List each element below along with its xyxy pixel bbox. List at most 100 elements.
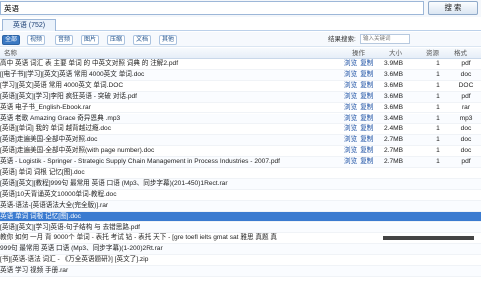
table-row[interactable]: 英语 电子书_English-Ebook.rar 浏览 复制 3.6MB 1 rar [0,103,481,114]
copy-link[interactable]: 复制 [360,147,373,154]
row-name[interactable]: [英语][英文][学习]李阳 疯狂英语 - 突破 对话.pdf [0,92,340,102]
table-row[interactable]: [英语]10天背诵英文10000单词-教程.doc [0,190,481,201]
search-bar: 搜 索 [0,0,481,17]
table-row[interactable]: 英语-语法-[英语语法大全(完全版)].rar [0,200,481,212]
browse-link[interactable]: 浏览 [344,82,357,89]
copy-link[interactable]: 复制 [360,82,373,89]
row-ops: 浏览 复制 [344,124,380,134]
row-size: 3.4MB [384,114,404,122]
browse-link[interactable]: 浏览 [344,136,357,143]
table-row[interactable]: [英语]走遍美国-全部中英对照.doc 浏览 复制 2.7MB 1 doc [0,135,481,147]
browse-link[interactable]: 浏览 [344,93,357,100]
row-format: rar [461,103,471,111]
browse-link[interactable]: 浏览 [344,104,357,111]
table-row[interactable]: [英语] 单词 词根 记忆[图].doc [0,168,481,179]
table-row[interactable]: 教你 如何 一月 背 9000个 单词 - 表托 考试 钻 - 表托 天下 - … [0,233,481,245]
browse-link[interactable]: 浏览 [344,147,357,154]
filter-document-button[interactable]: 文档 [133,35,151,45]
row-name[interactable]: [英语]走遍美国-全部中英对照.doc [0,135,340,145]
row-name[interactable]: [书][英语-语法 词汇 - 《万全英语题研》] [英文了].zip [0,255,478,265]
row-name[interactable]: 英语 - Logistik - Springer - Strategic Sup… [0,157,340,167]
row-ops: 浏览 复制 [344,114,380,124]
row-size: 3.6MB [384,92,404,100]
row-resources: 1 [436,92,440,100]
filter-archive-button[interactable]: 压缩 [107,35,125,45]
row-name[interactable]: [英语]10天背诵英文10000单词-教程.doc [0,190,478,200]
row-size: 2.7MB [384,158,404,166]
column-format-header[interactable]: 格式 [454,49,467,58]
tab-english[interactable]: 英语 (752) [2,19,56,31]
tab-strip: 英语 (752) [0,17,481,31]
copy-link[interactable]: 复制 [360,60,373,67]
row-resources: 1 [436,158,440,166]
column-size-header[interactable]: 大小 [389,49,402,58]
table-row[interactable]: [学习][英文]英语 常用 4000英文 单词.DOC 浏览 复制 3.6MB 1 DOC [0,81,481,92]
browse-link[interactable]: 浏览 [344,60,357,67]
result-filter-input[interactable] [360,34,410,44]
row-resources: 1 [436,81,440,89]
copy-link[interactable]: 复制 [360,125,373,132]
table-row[interactable]: [英语][英文][学习]英语-句子结构 与 去错思路.pdf [0,222,481,234]
table-row[interactable]: 高中 英语 词汇 表 主要 单词 的 中英文对照 词典 的 注解2.pdf 浏览复… [0,59,481,70]
row-name[interactable]: [英语][单词] 我的 单词 越背越过瘾.doc [0,124,340,134]
row-name[interactable]: 英语 电子书_English-Ebook.rar [0,103,340,113]
copy-link[interactable]: 复制 [360,158,373,165]
row-name[interactable]: [英语][英文][学习]英语-句子结构 与 去错思路.pdf [0,223,478,233]
filter-all-button[interactable]: 全部 [2,35,20,45]
search-button[interactable]: 搜 索 [428,1,478,15]
row-size: 3.6MB [384,70,404,78]
row-name[interactable]: [英语]走遍美国-全部中英对照(with page number).doc [0,146,340,156]
table-row[interactable]: [英语][单词] 我的 单词 越背越过瘾.doc 浏览 复制 2.4MB 1 doc [0,124,481,136]
table-row[interactable]: [[电子书][学习][英文]英语 常用 4000英文 单词.doc 浏览 复制 3.6… [0,69,481,81]
table-row[interactable]: [英语][英文][学习]李阳 疯狂英语 - 突破 对话.pdf 浏览 复制 3.6MB… [0,91,481,103]
table-row[interactable]: [书][英语-语法 词汇 - 《万全英语题研》] [英文了].zip [0,255,481,267]
filter-audio-button[interactable]: 音频 [55,35,73,45]
row-resources: 1 [436,147,440,155]
row-name[interactable]: [英语] 单词 词根 记忆[图].doc [0,168,478,178]
table-row[interactable]: 英语 老歌 Amazing Grace 奇异恩典 .mp3 浏览 复制 3.4MB 1 m… [0,113,481,125]
row-format: doc [460,125,472,133]
table-row[interactable]: [英语]走遍美国-全部中英对照(with page number).doc 浏览复… [0,146,481,158]
table-row[interactable]: 英语 单词 词根 记忆[图].doc [0,211,481,223]
row-name[interactable]: [[电子书][学习][英文]英语 常用 4000英文 单词.doc [0,70,340,80]
row-name[interactable]: 英语 单词 词根 记忆[图].doc [0,212,478,222]
row-resources: 1 [436,60,440,67]
search-input[interactable] [0,1,424,15]
row-name[interactable]: 英语 老歌 Amazing Grace 奇异恩典 .mp3 [0,114,340,124]
table-row[interactable]: 英语 - Logistik - Springer - Strategic Sup… [0,157,481,168]
row-ops: 浏览 复制 [344,70,380,80]
copy-link[interactable]: 复制 [360,136,373,143]
browse-link[interactable]: 浏览 [344,115,357,122]
row-resources: 1 [436,114,440,122]
row-name[interactable]: 教你 如何 一月 背 9000个 单词 - 表托 考试 钻 - 表托 天下 - … [0,233,478,243]
filter-video-button[interactable]: 视频 [27,35,45,45]
row-name[interactable]: [英语][英文][教程]999句 最常用 英语 口语 (Mp3、同步字幕)(20… [0,179,478,189]
copy-link[interactable]: 复制 [360,71,373,78]
row-ops: 浏览 复制 [344,146,380,156]
copy-link[interactable]: 复制 [360,115,373,122]
column-name-header[interactable]: 名称 [4,49,17,58]
row-name[interactable]: 高中 英语 词汇 表 主要 单词 的 中英文对照 词典 的 注解2.pdf [0,59,340,69]
browse-link[interactable]: 浏览 [344,158,357,165]
row-name[interactable]: 英语 学习 视频 手册.rar [0,266,478,276]
copy-link[interactable]: 复制 [360,104,373,111]
filter-image-button[interactable]: 图片 [81,35,99,45]
row-name[interactable]: 英语-语法-[英语语法大全(完全版)].rar [0,201,478,211]
results-table: 高中 英语 词汇 表 主要 单词 的 中英文对照 词典 的 注解2.pdf 浏览复… [0,59,481,287]
column-resources-header[interactable]: 资源 [426,49,439,58]
table-row[interactable]: 英语 学习 视频 手册.rar [0,266,481,277]
row-resources: 1 [436,103,440,111]
row-format: pdf [461,92,471,100]
copy-link[interactable]: 复制 [360,93,373,100]
row-ops: 浏览 复制 [344,59,380,69]
filter-other-button[interactable]: 其他 [159,35,177,45]
row-size: 2.7MB [384,147,404,155]
row-format: DOC [458,81,474,89]
table-row[interactable]: 999句 最常用 英语 口语 (Mp3、同步字幕)(1-200)2Rt.rar [0,244,481,256]
browse-link[interactable]: 浏览 [344,71,357,78]
browse-link[interactable]: 浏览 [344,125,357,132]
row-name[interactable]: [学习][英文]英语 常用 4000英文 单词.DOC [0,81,340,91]
table-row[interactable]: [英语][英文][教程]999句 最常用 英语 口语 (Mp3、同步字幕)(20… [0,178,481,190]
filter-bar: 全部 视频 音频 图片 压缩 文档 其他 结果搜索: [0,32,481,47]
row-name[interactable]: 999句 最常用 英语 口语 (Mp3、同步字幕)(1-200)2Rt.rar [0,244,478,254]
